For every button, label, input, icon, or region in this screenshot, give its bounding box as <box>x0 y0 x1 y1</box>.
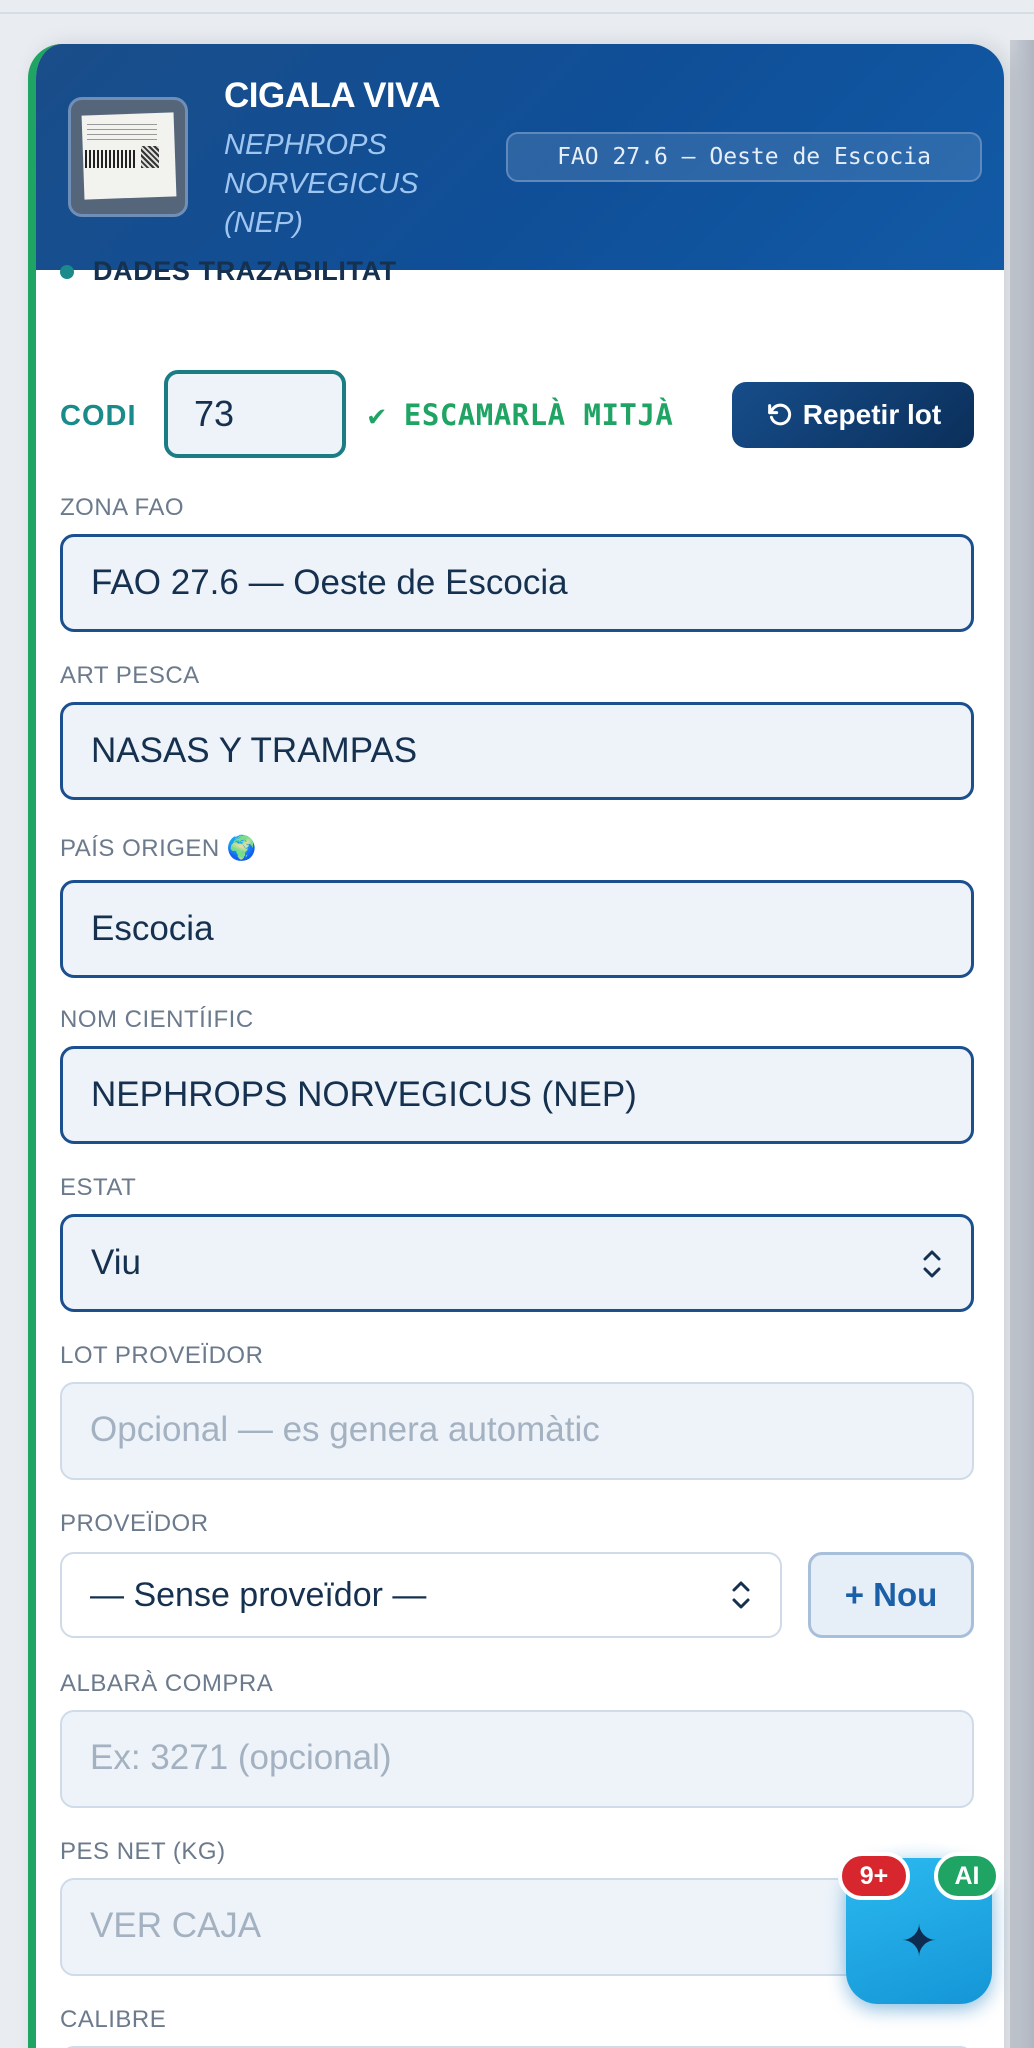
scientific-name-line: (NEP) <box>224 207 303 239</box>
nom-cientific-label: NOM CIENTÍIFIC <box>60 1006 254 1033</box>
codi-input[interactable]: 73 <box>164 370 346 458</box>
pais-origen-label: PAÍS ORIGEN 🌍 <box>60 835 258 862</box>
scientific-name-line: NORVEGICUS <box>224 168 419 200</box>
zona-fao-field[interactable]: FAO 27.6 — Oeste de Escocia <box>60 534 974 632</box>
albara-label: ALBARÀ COMPRA <box>60 1670 274 1697</box>
new-supplier-button[interactable]: + Nou <box>808 1552 974 1638</box>
section-dot-icon <box>60 264 74 279</box>
section-title: DADES TRAZABILITAT <box>60 256 397 287</box>
nom-cientific-field[interactable]: NEPHROPS NORVEGICUS (NEP) <box>60 1046 974 1144</box>
product-header: CIGALA VIVA NEPHROPS NORVEGICUS (NEP) FA… <box>36 44 1004 270</box>
pais-origen-field[interactable]: Escocia <box>60 880 974 978</box>
undo-icon <box>767 403 791 426</box>
product-title: CIGALA VIVA <box>224 76 441 115</box>
barcode-icon <box>85 150 135 168</box>
albara-input[interactable]: Ex: 3271 (opcional) <box>60 1710 974 1808</box>
proveidor-label: PROVEÏDOR <box>60 1510 209 1537</box>
zona-fao-label: ZONA FAO <box>60 494 185 521</box>
species-match-text: ✔ ESCAMARLÀ MITJÀ <box>368 398 674 432</box>
scientific-name-line: NEPHROPS <box>224 129 387 161</box>
fao-zone-badge: FAO 27.6 — Oeste de Escocia <box>506 132 982 182</box>
codi-label: CODI <box>60 400 137 432</box>
qr-code-icon <box>141 146 159 168</box>
estat-select[interactable]: Viu <box>60 1214 974 1312</box>
estat-label: ESTAT <box>60 1174 137 1201</box>
calibre-label: CALIBRE <box>60 2006 167 2033</box>
background-panel-edge <box>1010 40 1034 2048</box>
proveidor-select[interactable]: — Sense proveïdor — <box>60 1552 782 1638</box>
repeat-lot-button[interactable]: Repetir lot <box>732 382 974 448</box>
chevron-up-down-icon <box>732 1581 750 1609</box>
section-title-text: DADES TRAZABILITAT <box>93 256 397 286</box>
top-divider <box>0 12 1034 14</box>
estat-value: Viu <box>91 1243 141 1282</box>
label-photo-text <box>87 124 157 142</box>
art-pesca-field[interactable]: NASAS Y TRAMPAS <box>60 702 974 800</box>
notification-count-badge: 9+ <box>838 1852 910 1900</box>
chevron-up-down-icon <box>923 1250 941 1278</box>
art-pesca-label: ART PESCA <box>60 662 200 689</box>
scientific-name: NEPHROPS NORVEGICUS (NEP) <box>224 126 464 243</box>
product-photo[interactable] <box>68 97 188 217</box>
sparkle-icon: ✦ <box>900 1916 938 1966</box>
lot-proveidor-input[interactable]: Opcional — es genera automàtic <box>60 1382 974 1480</box>
ai-badge: AI <box>934 1852 1000 1900</box>
repeat-lot-label: Repetir lot <box>802 399 942 430</box>
lot-proveidor-label: LOT PROVEÏDOR <box>60 1342 264 1369</box>
product-card: CIGALA VIVA NEPHROPS NORVEGICUS (NEP) FA… <box>28 44 1004 2048</box>
proveidor-value: — Sense proveïdor — <box>90 1576 427 1614</box>
pes-net-label: PES NET (KG) <box>60 1838 226 1865</box>
